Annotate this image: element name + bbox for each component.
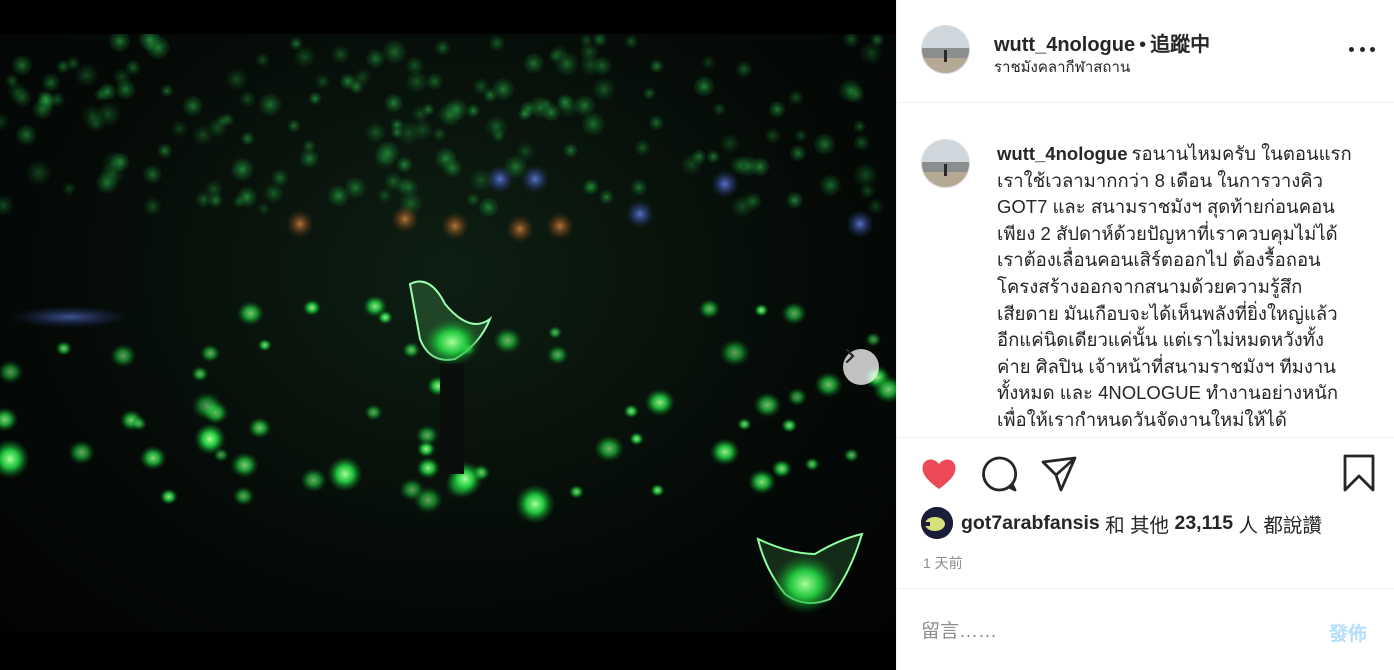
share-icon[interactable] xyxy=(1039,454,1079,494)
comment-icon[interactable] xyxy=(979,454,1019,494)
author-username[interactable]: wutt_4nologue xyxy=(994,34,1135,56)
add-comment-section: 發佈 xyxy=(897,588,1394,670)
caption-username[interactable]: wutt_4nologue xyxy=(997,143,1128,164)
likes-mid-text: 和 其他 xyxy=(1105,514,1170,537)
more-options-icon[interactable] xyxy=(1349,36,1375,62)
post-media xyxy=(0,0,896,670)
following-status[interactable]: 追蹤中 xyxy=(1150,34,1210,56)
likes-summary: got7arabfansis 和 其他 23,115 人 都說讚 xyxy=(921,505,1322,541)
post-photo[interactable] xyxy=(0,34,896,632)
separator-dot: • xyxy=(1139,34,1147,56)
likes-suffix: 人 都說讚 xyxy=(1238,514,1322,537)
comment-input[interactable] xyxy=(921,617,1301,647)
foreground-lightstick xyxy=(756,532,864,614)
liker-avatar[interactable] xyxy=(921,507,953,539)
post-header: wutt_4nologue • 追蹤中 ราชมังคลากีฬาสถาน xyxy=(897,0,1394,103)
author-avatar[interactable] xyxy=(921,25,970,74)
comments-area: wutt_4nologue รอนานไหมครับ ในตอนแรกเราใช้… xyxy=(897,104,1394,437)
post-details-panel: wutt_4nologue • 追蹤中 ราชมังคลากีฬาสถาน wutt… xyxy=(896,0,1394,670)
author-line: wutt_4nologue • 追蹤中 xyxy=(994,28,1210,57)
background-bokeh xyxy=(0,34,884,328)
bookmark-icon[interactable] xyxy=(1339,454,1379,494)
likes-count[interactable]: 23,115 xyxy=(1174,512,1233,535)
chevron-right-icon xyxy=(845,349,855,363)
action-bar xyxy=(897,437,1394,511)
post-timestamp[interactable]: 1 天前 xyxy=(923,553,963,573)
caption-text: รอนานไหมครับ ในตอนแรกเราใช้เวลามากกว่า 8… xyxy=(997,143,1352,430)
caption-author-avatar[interactable] xyxy=(921,139,970,188)
post-location[interactable]: ราชมังคลากีฬาสถาน xyxy=(994,55,1130,79)
heart-icon[interactable] xyxy=(919,454,959,494)
post-comment-button[interactable]: 發佈 xyxy=(1329,619,1367,646)
next-slide-button[interactable] xyxy=(843,349,879,385)
post-caption: wutt_4nologue รอนานไหมครับ ในตอนแรกเราใช้… xyxy=(997,141,1357,434)
liker-username[interactable]: got7arabfansis xyxy=(961,512,1100,535)
concert-lightsticks-image xyxy=(0,34,896,614)
